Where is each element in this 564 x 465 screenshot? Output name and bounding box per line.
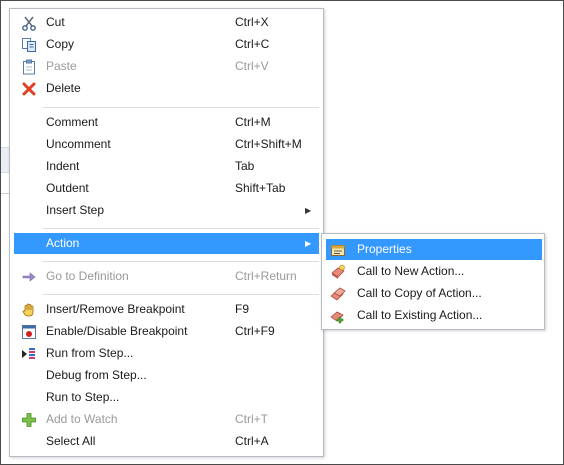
menu-item-label: Select All: [46, 434, 96, 448]
submenu-item-properties[interactable]: Properties: [326, 239, 542, 260]
properties-icon: [330, 242, 346, 258]
menu-item-select-all[interactable]: Select All Ctrl+A: [14, 431, 319, 452]
submenu-item-call-to-existing-action[interactable]: Call to Existing Action...: [326, 305, 542, 326]
menu-item-insert-step[interactable]: Insert Step ▶: [14, 200, 319, 221]
menu-item-outdent[interactable]: Outdent Shift+Tab: [14, 178, 319, 199]
menu-item-label: Insert/Remove Breakpoint: [46, 302, 185, 316]
menu-item-debug-from-step[interactable]: Debug from Step...: [14, 365, 319, 386]
menu-item-shortcut: Ctrl+X: [235, 15, 269, 29]
menu-item-label: Debug from Step...: [46, 368, 147, 382]
menu-item-add-to-watch: Add to Watch Ctrl+T: [14, 409, 319, 430]
menu-item-paste: Paste Ctrl+V: [14, 56, 319, 77]
menu-item-shortcut: Tab: [235, 159, 255, 173]
copy-action-icon: [330, 286, 346, 302]
clipboard-icon: [21, 59, 37, 75]
menu-item-shortcut: Ctrl+M: [235, 115, 271, 129]
menu-item-insert-remove-breakpoint[interactable]: Insert/Remove Breakpoint F9: [14, 299, 319, 320]
submenu-item-label: Call to Existing Action...: [357, 308, 483, 322]
menu-item-shortcut: Ctrl+T: [235, 412, 268, 426]
red-x-icon: [21, 81, 37, 97]
menu-item-label: Add to Watch: [46, 412, 118, 426]
menu-item-label: Indent: [46, 159, 80, 173]
menu-item-delete[interactable]: Delete: [14, 78, 319, 99]
menu-separator: [43, 228, 319, 229]
menu-separator: [43, 261, 319, 262]
menu-separator: [43, 107, 319, 108]
menu-item-shortcut: Shift+Tab: [235, 181, 286, 195]
menu-separator: [43, 294, 319, 295]
menu-item-label: Paste: [46, 59, 77, 73]
menu-item-label: Uncomment: [46, 137, 111, 151]
menu-item-label: Run from Step...: [46, 346, 134, 360]
submenu-item-label: Call to New Action...: [357, 264, 465, 278]
submenu-item-label: Properties: [357, 242, 412, 256]
menu-item-label: Go to Definition: [46, 269, 129, 283]
submenu-item-call-to-new-action[interactable]: Call to New Action...: [326, 261, 542, 282]
menu-item-shortcut: Ctrl+V: [235, 59, 269, 73]
menu-item-run-from-step[interactable]: Run from Step...: [14, 343, 319, 364]
menu-item-label: Run to Step...: [46, 390, 120, 404]
existing-action-icon: [330, 308, 346, 324]
menu-item-shortcut: Ctrl+A: [235, 434, 269, 448]
hand-icon: [21, 302, 37, 318]
menu-item-shortcut: Ctrl+C: [235, 37, 270, 51]
action-submenu: Properties Call to New Action... Call to…: [321, 233, 545, 330]
background-editor-strip: [1, 147, 9, 173]
new-action-icon: [330, 264, 346, 280]
menu-item-label: Delete: [46, 81, 81, 95]
menu-item-shortcut: Ctrl+Shift+M: [235, 137, 302, 151]
arrow-right-icon: [21, 269, 37, 285]
menu-item-go-to-definition: Go to Definition Ctrl+Return: [14, 266, 319, 287]
menu-item-shortcut: Ctrl+Return: [235, 269, 297, 283]
menu-item-label: Copy: [46, 37, 75, 51]
menu-item-comment[interactable]: Comment Ctrl+M: [14, 112, 319, 133]
menu-item-label: Comment: [46, 115, 99, 129]
menu-item-run-to-step[interactable]: Run to Step...: [14, 387, 319, 408]
menu-item-shortcut: F9: [235, 302, 250, 316]
menu-item-label: Outdent: [46, 181, 89, 195]
menu-item-label: Enable/Disable Breakpoint: [46, 324, 188, 338]
copy-icon: [21, 37, 37, 53]
menu-item-uncomment[interactable]: Uncomment Ctrl+Shift+M: [14, 134, 319, 155]
background-divider: [1, 193, 9, 194]
submenu-item-label: Call to Copy of Action...: [357, 286, 482, 300]
green-plus-icon: [21, 412, 37, 428]
context-menu: Cut Ctrl+X Copy Ctrl+C Paste Ctrl+V Dele…: [9, 8, 324, 457]
breakpoint-toggle-icon: [21, 324, 37, 340]
menu-item-enable-disable-breakpoint[interactable]: Enable/Disable Breakpoint Ctrl+F9: [14, 321, 319, 342]
menu-item-cut[interactable]: Cut Ctrl+X: [14, 12, 319, 33]
scissors-icon: [21, 15, 37, 31]
menu-item-shortcut: Ctrl+F9: [235, 324, 275, 338]
submenu-arrow-icon: ▶: [305, 239, 312, 248]
submenu-arrow-icon: ▶: [305, 206, 312, 215]
submenu-item-call-to-copy-of-action[interactable]: Call to Copy of Action...: [326, 283, 542, 304]
menu-item-indent[interactable]: Indent Tab: [14, 156, 319, 177]
menu-item-copy[interactable]: Copy Ctrl+C: [14, 34, 319, 55]
menu-item-label: Action: [46, 236, 80, 250]
menu-item-action[interactable]: Action ▶: [14, 233, 319, 254]
run-from-step-icon: [21, 346, 37, 362]
menu-item-label: Cut: [46, 15, 65, 29]
menu-item-label: Insert Step: [46, 203, 105, 217]
